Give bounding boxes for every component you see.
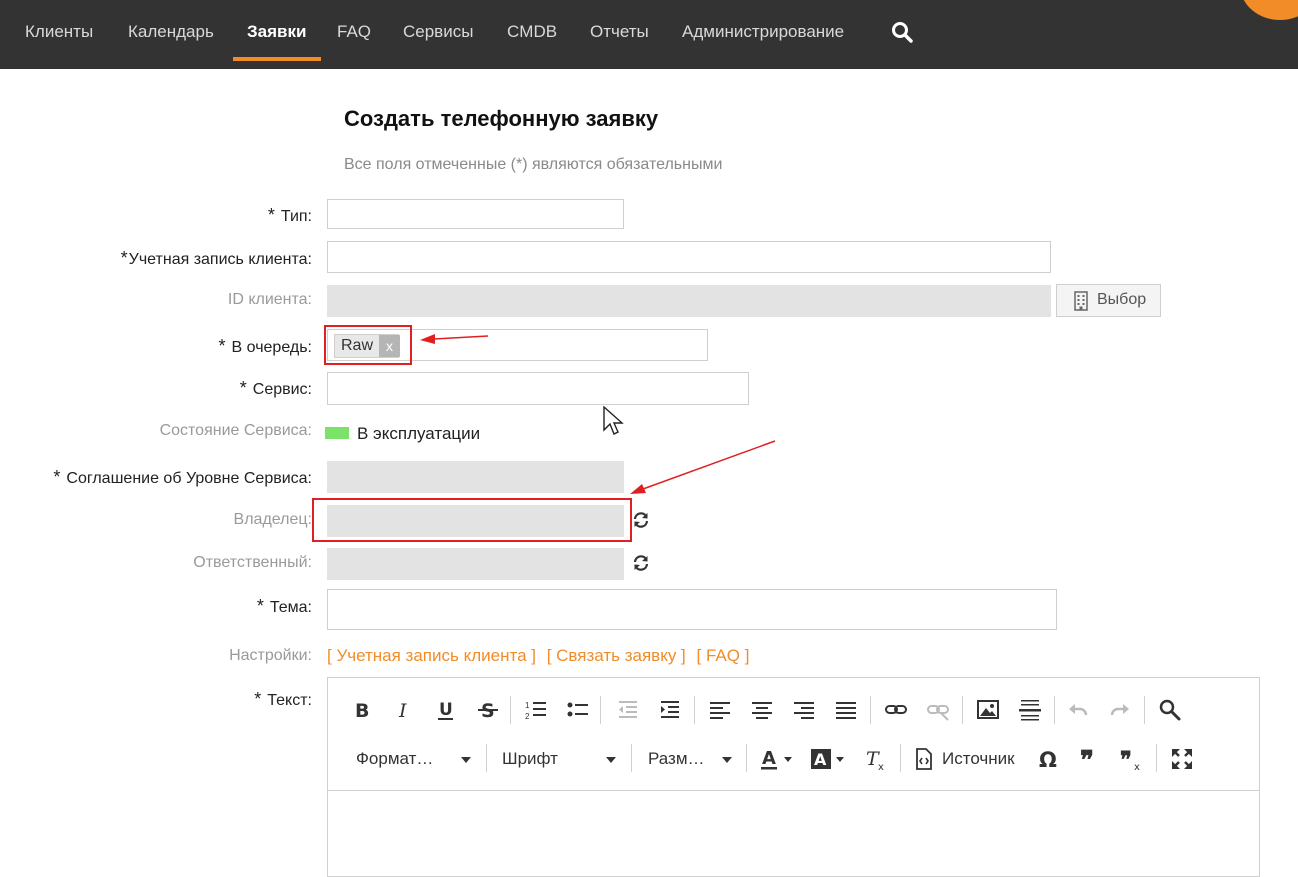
annotation-arrows <box>420 334 776 494</box>
mouse-cursor-icon <box>603 406 624 435</box>
